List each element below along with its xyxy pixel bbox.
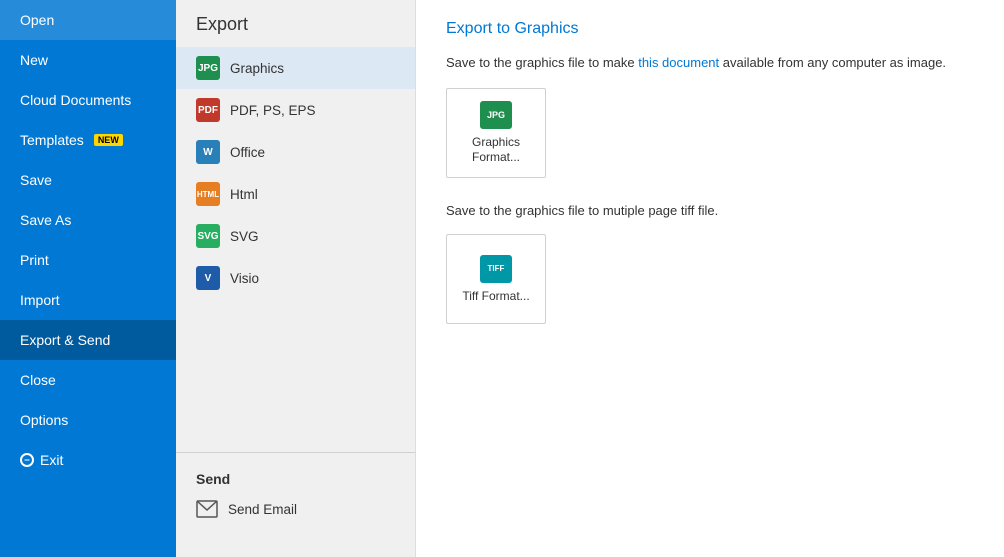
svg-icon: SVG — [196, 224, 220, 248]
sidebar-item-cloud-documents[interactable]: Cloud Documents — [0, 80, 176, 120]
format-cards-row2: TIFF Tiff Format... — [446, 234, 974, 324]
sidebar-item-label: Templates — [20, 132, 84, 148]
export-item-label: Graphics — [230, 61, 284, 76]
sidebar-item-export-send[interactable]: Export & Send — [0, 320, 176, 360]
tiff-format-card[interactable]: TIFF Tiff Format... — [446, 234, 546, 324]
sidebar-item-label: Close — [20, 372, 56, 388]
send-section-header: Send — [176, 461, 415, 491]
export-item-graphics[interactable]: JPG Graphics — [176, 47, 415, 89]
sidebar-item-label: Exit — [40, 452, 63, 468]
export-panel-title: Export — [176, 0, 415, 47]
sidebar-item-exit[interactable]: – Exit — [0, 440, 176, 480]
description-2: Save to the graphics file to mutiple pag… — [446, 202, 974, 220]
jpg-format-icon: JPG — [480, 101, 512, 129]
divider — [176, 452, 415, 453]
sidebar-item-label: Import — [20, 292, 60, 308]
send-email-item[interactable]: Send Email — [176, 491, 415, 527]
export-item-label: Office — [230, 145, 265, 160]
tiff-format-label: Tiff Format... — [462, 289, 529, 305]
sidebar-item-label: Save As — [20, 212, 71, 228]
export-item-label: Visio — [230, 271, 259, 286]
export-item-visio[interactable]: V Visio — [176, 257, 415, 299]
format-cards-row1: JPG Graphics Format... — [446, 88, 974, 178]
sidebar-item-save-as[interactable]: Save As — [0, 200, 176, 240]
sidebar-item-print[interactable]: Print — [0, 240, 176, 280]
html-icon: HTML — [196, 182, 220, 206]
pdf-icon: PDF — [196, 98, 220, 122]
graphics-format-label: Graphics Format... — [455, 135, 537, 166]
exit-icon: – — [20, 453, 34, 467]
export-item-label: PDF, PS, EPS — [230, 103, 316, 118]
send-email-label: Send Email — [228, 502, 297, 517]
sidebar: Open New Cloud Documents Templates NEW S… — [0, 0, 176, 557]
jpg-icon: JPG — [196, 56, 220, 80]
sidebar-item-label: Save — [20, 172, 52, 188]
sidebar-item-label: Cloud Documents — [20, 92, 131, 108]
sidebar-item-templates[interactable]: Templates NEW — [0, 120, 176, 160]
sidebar-item-label: New — [20, 52, 48, 68]
sidebar-item-import[interactable]: Import — [0, 280, 176, 320]
sidebar-item-label: Open — [20, 12, 54, 28]
export-item-label: SVG — [230, 229, 259, 244]
sidebar-item-label: Print — [20, 252, 49, 268]
export-item-office[interactable]: W Office — [176, 131, 415, 173]
sidebar-item-label: Export & Send — [20, 332, 110, 348]
sidebar-item-close[interactable]: Close — [0, 360, 176, 400]
office-icon: W — [196, 140, 220, 164]
export-item-html[interactable]: HTML Html — [176, 173, 415, 215]
sidebar-item-open[interactable]: Open — [0, 0, 176, 40]
main-content: Export to Graphics Save to the graphics … — [416, 0, 1004, 557]
export-panel: Export JPG Graphics PDF PDF, PS, EPS W O… — [176, 0, 416, 557]
export-item-label: Html — [230, 187, 258, 202]
tiff-format-icon: TIFF — [480, 255, 512, 283]
graphics-format-card[interactable]: JPG Graphics Format... — [446, 88, 546, 178]
new-badge: NEW — [94, 134, 123, 146]
main-title: Export to Graphics — [446, 20, 974, 38]
export-item-pdf[interactable]: PDF PDF, PS, EPS — [176, 89, 415, 131]
sidebar-item-save[interactable]: Save — [0, 160, 176, 200]
email-icon — [196, 500, 218, 518]
sidebar-item-new[interactable]: New — [0, 40, 176, 80]
sidebar-item-label: Options — [20, 412, 68, 428]
description-1: Save to the graphics file to make this d… — [446, 54, 974, 72]
visio-icon: V — [196, 266, 220, 290]
export-item-svg[interactable]: SVG SVG — [176, 215, 415, 257]
sidebar-item-options[interactable]: Options — [0, 400, 176, 440]
